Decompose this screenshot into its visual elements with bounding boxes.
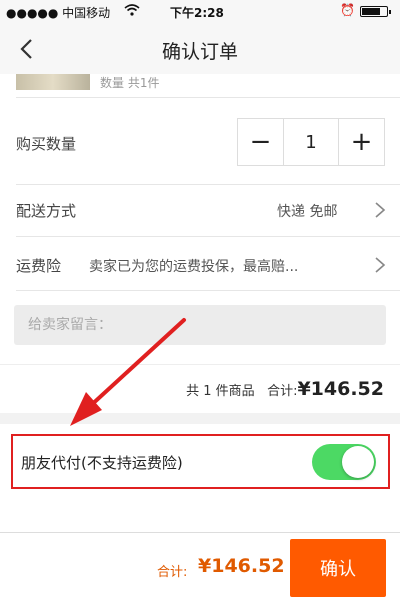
summary-total: ¥146.52 [297, 378, 384, 400]
alarm-icon: ⏰ [340, 3, 355, 17]
battery-icon [360, 6, 391, 17]
delivery-value: 快递 免邮 [277, 204, 338, 220]
chevron-right-icon [374, 201, 386, 219]
bottom-total: ¥146.52 [198, 555, 285, 577]
insurance-label: 运费险 [16, 257, 62, 275]
order-summary: 共 1 件商品 合计:¥146.52 [186, 378, 384, 400]
wifi-icon [124, 2, 140, 21]
seller-message-field[interactable] [14, 305, 386, 345]
friend-pay-label: 朋友代付(不支持运费险) [21, 454, 183, 472]
nav-bar: 确认订单 [0, 24, 400, 75]
chevron-right-icon [374, 256, 386, 274]
bottom-bar: 合计: ¥146.52 确认 [0, 532, 400, 614]
quantity-label: 购买数量 [16, 135, 77, 153]
plus-button[interactable]: + [339, 119, 384, 165]
product-thumbnail [16, 74, 90, 90]
quantity-stepper: − 1 + [237, 118, 385, 166]
seller-message-input[interactable] [14, 305, 386, 345]
minus-button[interactable]: − [238, 119, 283, 165]
clock-time: 下午2:28 [170, 6, 224, 20]
divider [16, 184, 400, 185]
divider [16, 97, 400, 98]
toggle-knob [342, 446, 374, 478]
divider [16, 236, 400, 237]
insurance-value: 卖家已为您的运费投保，最高赔... [89, 259, 299, 275]
product-meta-text: 数量 共1件 [100, 76, 160, 90]
page-title: 确认订单 [161, 41, 238, 63]
friend-pay-row: 朋友代付(不支持运费险) [11, 434, 390, 489]
confirm-button[interactable]: 确认 [290, 539, 386, 597]
summary-total-label: 合计: [267, 384, 298, 399]
quantity-value[interactable]: 1 [283, 119, 339, 165]
friend-pay-toggle[interactable] [312, 444, 376, 480]
bottom-total-label: 合计: [157, 565, 188, 580]
item-count: 共 1 件商品 [186, 384, 255, 399]
divider [16, 290, 400, 291]
status-bar: ●●●●● 中国移动 下午2:28 ⏰ [0, 0, 400, 24]
carrier-label: ●●●●● 中国移动 [6, 6, 111, 20]
delivery-label: 配送方式 [16, 202, 77, 220]
